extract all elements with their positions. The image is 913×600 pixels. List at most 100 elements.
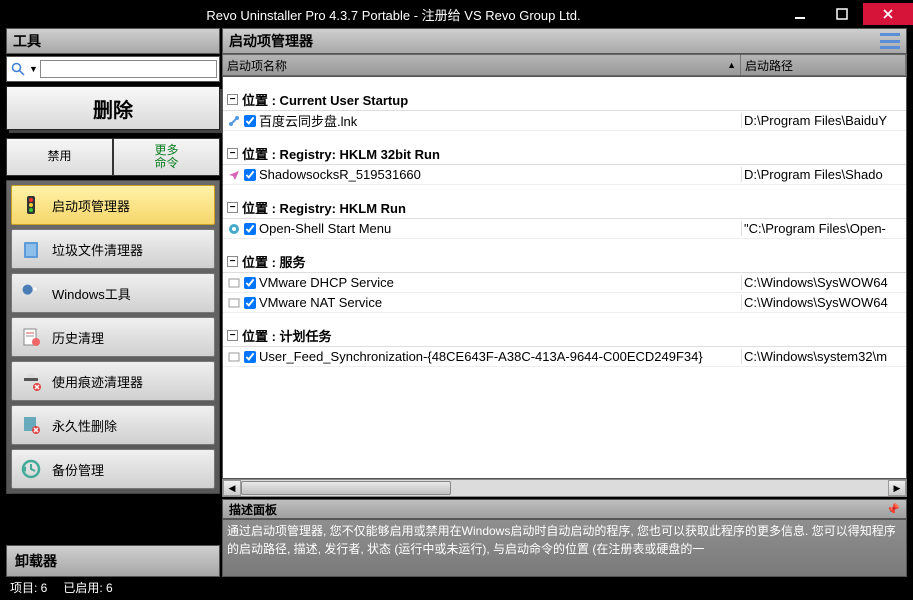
nav-list: 启动项管理器 垃圾文件清理器 Windows工具 历史清理 使用痕迹清理器 永久… [6, 180, 220, 494]
item-name: 百度云同步盘.lnk [259, 111, 357, 130]
trash-icon [18, 236, 44, 262]
item-path: C:\Windows\SysWOW64 [741, 275, 906, 290]
maximize-button[interactable] [821, 3, 863, 25]
description-body: 通过启动项管理器, 您不仅能够启用或禁用在Windows启动时自动启动的程序, … [222, 519, 907, 577]
nav-unrecoverable-delete[interactable]: 永久性删除 [11, 405, 215, 445]
group-title: 位置 : Registry: HKLM 32bit Run [242, 144, 440, 163]
traffic-light-icon [18, 192, 44, 218]
search-icon [9, 60, 27, 78]
app-icon [227, 276, 241, 290]
item-name: User_Feed_Synchronization-{48CE643F-A38C… [259, 349, 703, 364]
nav-label: 启动项管理器 [52, 196, 130, 215]
search-input[interactable] [40, 60, 217, 78]
item-path: D:\Program Files\BaiduY [741, 113, 906, 128]
tools-header: 工具 [6, 28, 220, 54]
group-header[interactable]: − 位置 : Registry: HKLM 32bit Run [223, 143, 906, 165]
document-icon [18, 324, 44, 350]
nav-label: 使用痕迹清理器 [52, 372, 143, 391]
item-path: "C:\Program Files\Open- [741, 221, 906, 236]
nav-startup-manager[interactable]: 启动项管理器 [11, 185, 215, 225]
more-commands-button[interactable]: 更多 命令 [113, 138, 220, 176]
enable-checkbox[interactable] [244, 277, 256, 289]
list-item[interactable]: VMware DHCP Service C:\Windows\SysWOW64 [223, 273, 906, 293]
restore-icon [18, 456, 44, 482]
search-dropdown-icon[interactable]: ▼ [29, 64, 38, 74]
startup-list[interactable]: − 位置 : Current User Startup 百度云同步盘.lnk D… [222, 76, 907, 479]
group-header[interactable]: − 位置 : 服务 [223, 251, 906, 273]
scroll-track[interactable] [241, 480, 888, 496]
disable-button[interactable]: 禁用 [6, 138, 113, 176]
col-header-name[interactable]: 启动项名称 ▲ [223, 55, 741, 75]
group-header[interactable]: − 位置 : Current User Startup [223, 89, 906, 111]
enable-checkbox[interactable] [244, 169, 256, 181]
nav-backup-manager[interactable]: 备份管理 [11, 449, 215, 489]
detective-icon [18, 368, 44, 394]
nav-windows-tools[interactable]: Windows工具 [11, 273, 215, 313]
panel-title: 启动项管理器 [229, 31, 313, 51]
scroll-thumb[interactable] [241, 481, 451, 495]
group-title: 位置 : 服务 [242, 252, 306, 271]
window-title: Revo Uninstaller Pro 4.3.7 Portable - 注册… [8, 5, 779, 24]
left-panel: 工具 ▼ 删除 禁用 更多 命令 启动项管理器 垃圾文件清理器 [6, 28, 220, 577]
delete-button[interactable]: 删除 [6, 86, 220, 130]
window-controls [779, 3, 913, 25]
shell-icon [227, 222, 241, 236]
list-item[interactable]: ShadowsocksR_519531660 D:\Program Files\… [223, 165, 906, 185]
list-item[interactable]: 百度云同步盘.lnk D:\Program Files\BaiduY [223, 111, 906, 131]
horizontal-scrollbar[interactable]: ◀ ▶ [222, 479, 907, 497]
nav-label: 永久性删除 [52, 416, 117, 435]
pin-icon[interactable]: 📌 [886, 503, 900, 516]
nav-history-cleaner[interactable]: 历史清理 [11, 317, 215, 357]
nav-label: 垃圾文件清理器 [52, 240, 143, 259]
close-button[interactable] [863, 3, 913, 25]
nav-label: Windows工具 [52, 284, 131, 303]
hamburger-icon[interactable] [880, 33, 900, 49]
item-path: D:\Program Files\Shado [741, 167, 906, 182]
enable-checkbox[interactable] [244, 223, 256, 235]
list-item[interactable]: VMware NAT Service C:\Windows\SysWOW64 [223, 293, 906, 313]
nav-label: 备份管理 [52, 460, 104, 479]
nav-junk-cleaner[interactable]: 垃圾文件清理器 [11, 229, 215, 269]
statusbar: 项目: 6 已启用: 6 [0, 577, 913, 598]
item-name: Open-Shell Start Menu [259, 221, 391, 236]
shred-icon [18, 412, 44, 438]
item-path: C:\Windows\SysWOW64 [741, 295, 906, 310]
more-line2: 命令 [154, 157, 178, 170]
uninstaller-section[interactable]: 卸载器 [6, 545, 220, 577]
group-title: 位置 : 计划任务 [242, 326, 332, 345]
link-icon [227, 114, 241, 128]
group-header[interactable]: − 位置 : Registry: HKLM Run [223, 197, 906, 219]
group-title: 位置 : Registry: HKLM Run [242, 198, 406, 217]
group-header[interactable]: − 位置 : 计划任务 [223, 325, 906, 347]
list-item[interactable]: User_Feed_Synchronization-{48CE643F-A38C… [223, 347, 906, 367]
col-header-path[interactable]: 启动路径 [741, 55, 906, 75]
enable-checkbox[interactable] [244, 351, 256, 363]
column-headers: 启动项名称 ▲ 启动路径 [222, 54, 907, 76]
item-name: ShadowsocksR_519531660 [259, 167, 421, 182]
enable-checkbox[interactable] [244, 297, 256, 309]
collapse-icon[interactable]: − [227, 330, 238, 341]
status-enabled: 已启用: 6 [63, 579, 112, 596]
group-title: 位置 : Current User Startup [242, 90, 408, 109]
status-items: 项目: 6 [10, 579, 47, 596]
wrench-icon [18, 280, 44, 306]
titlebar[interactable]: Revo Uninstaller Pro 4.3.7 Portable - 注册… [0, 0, 913, 28]
item-path: C:\Windows\system32\m [741, 349, 906, 364]
app-icon [227, 350, 241, 364]
scroll-right-icon[interactable]: ▶ [888, 480, 906, 496]
scroll-left-icon[interactable]: ◀ [223, 480, 241, 496]
collapse-icon[interactable]: − [227, 148, 238, 159]
collapse-icon[interactable]: − [227, 94, 238, 105]
item-name: VMware DHCP Service [259, 275, 394, 290]
nav-tracks-cleaner[interactable]: 使用痕迹清理器 [11, 361, 215, 401]
enable-checkbox[interactable] [244, 115, 256, 127]
search-row: ▼ [6, 56, 220, 82]
item-name: VMware NAT Service [259, 295, 382, 310]
sort-asc-icon: ▲ [727, 60, 736, 70]
description-header[interactable]: 描述面板 📌 [222, 499, 907, 519]
collapse-icon[interactable]: − [227, 202, 238, 213]
nav-label: 历史清理 [52, 328, 104, 347]
minimize-button[interactable] [779, 3, 821, 25]
collapse-icon[interactable]: − [227, 256, 238, 267]
list-item[interactable]: Open-Shell Start Menu "C:\Program Files\… [223, 219, 906, 239]
